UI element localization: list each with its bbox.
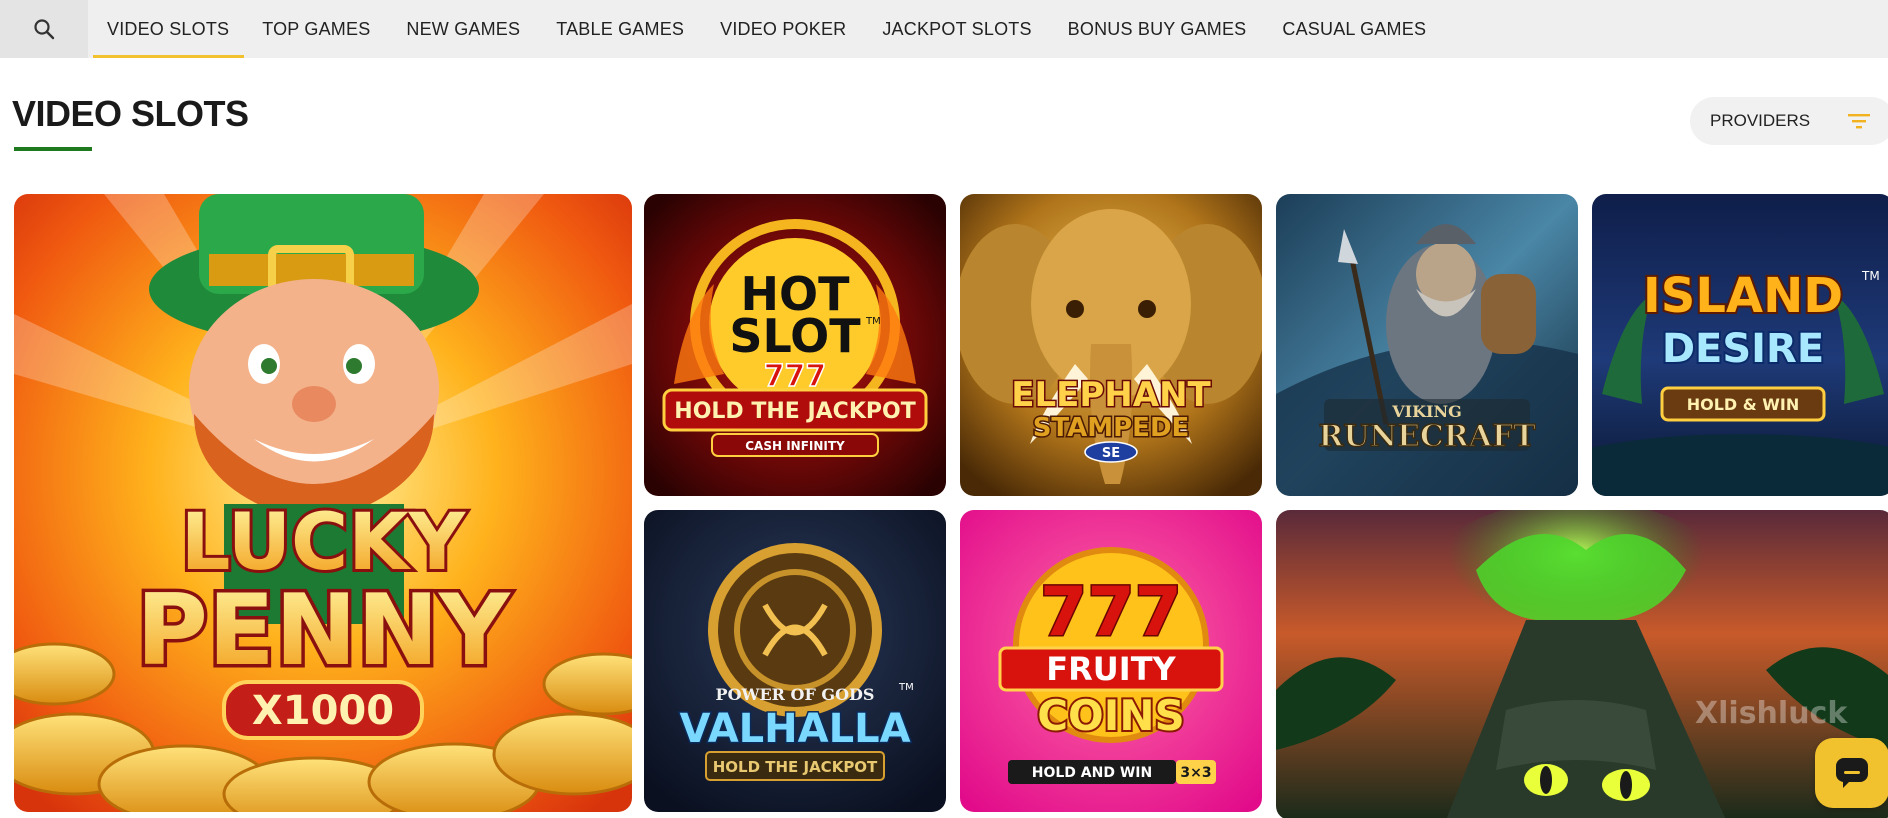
valhalla-title: VALHALLA	[679, 706, 910, 752]
valhalla-subtitle: HOLD THE JACKPOT	[713, 758, 878, 776]
game-tile-viking-runecraft[interactable]: VIKING RUNECRAFT	[1276, 194, 1578, 496]
game-tile-fruity-coins[interactable]: 777 FRUITY COINS HOLD AND WIN 3×3	[960, 510, 1262, 812]
elephant-title-1: ELEPHANT	[1011, 375, 1211, 415]
tab-video-poker[interactable]: VIDEO POKER	[702, 0, 864, 58]
title-underline	[14, 147, 92, 151]
viking-runecraft-art: VIKING RUNECRAFT	[1276, 194, 1578, 496]
elephant-tag: SE	[1102, 446, 1120, 461]
valhalla-pre: POWER OF GODS	[716, 685, 875, 704]
fruity-title-1: FRUITY	[1046, 650, 1176, 688]
game-tile-elephant-stampede[interactable]: ELEPHANT STAMPEDE SE	[960, 194, 1262, 496]
island-title-2: DESIRE	[1662, 326, 1824, 372]
tab-jackpot-slots[interactable]: JACKPOT SLOTS	[864, 0, 1049, 58]
tab-bonus-buy-games[interactable]: BONUS BUY GAMES	[1050, 0, 1265, 58]
filter-icon	[1848, 114, 1870, 129]
fruity-777: 777	[1040, 573, 1182, 652]
fruity-coins-art: 777 FRUITY COINS HOLD AND WIN 3×3	[960, 510, 1262, 812]
lucky-penny-title-2: PENNY	[136, 574, 511, 688]
fruity-mult: 3×3	[1180, 765, 1211, 781]
providers-label: PROVIDERS	[1710, 111, 1811, 130]
category-tabs: VIDEO SLOTS TOP GAMES NEW GAMES TABLE GA…	[88, 0, 1444, 58]
page-title: VIDEO SLOTS	[12, 93, 249, 134]
providers-filter-button[interactable]: PROVIDERS	[1690, 97, 1888, 145]
valhalla-art: POWER OF GODS TM VALHALLA HOLD THE JACKP…	[644, 510, 946, 812]
game-tile-hot-slot[interactable]: HOT SLOT TM 777 HOLD THE JACKPOT CASH IN…	[644, 194, 946, 496]
fruity-title-2: COINS	[1037, 691, 1185, 740]
tab-table-games[interactable]: TABLE GAMES	[538, 0, 702, 58]
game-tile-volcano[interactable]	[1276, 510, 1888, 818]
lucky-penny-art: LUCKY PENNY X1000	[14, 194, 632, 812]
elephant-title-2: STAMPEDE	[1033, 413, 1190, 443]
chat-button[interactable]	[1815, 738, 1888, 808]
volcano-art	[1276, 510, 1888, 818]
watermark: Xlishluck	[1695, 696, 1848, 731]
search-icon	[34, 19, 55, 40]
valhalla-tm: TM	[898, 682, 914, 693]
hot-slot-subtitle: HOLD THE JACKPOT	[674, 399, 915, 424]
hot-slot-tm: TM	[865, 316, 881, 327]
island-title-1: ISLAND	[1643, 268, 1843, 324]
viking-title-2: RUNECRAFT	[1318, 419, 1536, 454]
game-tile-lucky-penny[interactable]: LUCKY PENNY X1000	[14, 194, 632, 812]
island-desire-art: ISLAND TM DESIRE HOLD & WIN	[1592, 194, 1888, 496]
tab-top-games[interactable]: TOP GAMES	[244, 0, 388, 58]
island-tm: TM	[1861, 269, 1880, 283]
hot-slot-tag: CASH INFINITY	[745, 439, 845, 453]
fruity-subtitle: HOLD AND WIN	[1032, 765, 1152, 781]
lucky-penny-subtitle: X1000	[252, 688, 394, 734]
tab-new-games[interactable]: NEW GAMES	[388, 0, 538, 58]
elephant-stampede-art: ELEPHANT STAMPEDE SE	[960, 194, 1262, 496]
hot-slot-art: HOT SLOT TM 777 HOLD THE JACKPOT CASH IN…	[644, 194, 946, 496]
top-nav: VIDEO SLOTS TOP GAMES NEW GAMES TABLE GA…	[0, 0, 1888, 58]
hot-slot-title-2: SLOT	[729, 309, 861, 363]
tab-video-slots[interactable]: VIDEO SLOTS	[88, 0, 245, 58]
tab-casual-games[interactable]: CASUAL GAMES	[1264, 0, 1444, 58]
chat-icon	[1836, 758, 1868, 788]
search-button[interactable]	[0, 0, 88, 58]
game-tile-island-desire[interactable]: ISLAND TM DESIRE HOLD & WIN	[1592, 194, 1888, 496]
game-tile-power-of-gods-valhalla[interactable]: POWER OF GODS TM VALHALLA HOLD THE JACKP…	[644, 510, 946, 812]
island-subtitle: HOLD & WIN	[1687, 395, 1800, 414]
